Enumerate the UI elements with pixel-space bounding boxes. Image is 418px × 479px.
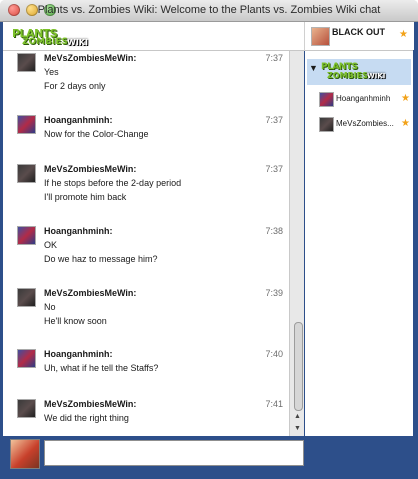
current-user-panel[interactable]: BLACK OUT ★ <box>304 22 414 50</box>
message-time: 7:37 <box>265 115 283 125</box>
message-username[interactable]: Hoanganhminh: <box>44 349 113 359</box>
user-avatar[interactable] <box>17 399 36 418</box>
message-username[interactable]: Hoanganhminh: <box>44 226 113 236</box>
chat-message: MeVsZombiesMeWin: 7:39 No He'll know soo… <box>17 288 285 328</box>
star-icon: ★ <box>401 93 410 104</box>
message-input-area <box>3 436 413 476</box>
user-avatar[interactable] <box>17 115 36 134</box>
chat-message: Hoanganhminh: 7:40 Uh, what if he tell t… <box>17 349 285 377</box>
current-user-avatar <box>311 27 330 46</box>
message-text: I'll promote him back <box>44 192 127 202</box>
chat-message: Hoanganhminh: 7:37 Now for the Color-Cha… <box>17 115 285 143</box>
message-text: Uh, what if he tell the Staffs? <box>44 363 159 373</box>
logo-text-zombies: ZOMBIES <box>22 37 68 47</box>
chat-message: Hoanganhminh: 7:38 OK Do we haz to messa… <box>17 226 285 266</box>
chat-header: PLANTS ZOMBIES WIKI BLACK OUT ★ <box>3 22 414 51</box>
chat-messages: MeVsZombiesMeWin: 7:37 Yes For 2 days on… <box>3 51 289 436</box>
message-username[interactable]: MeVsZombiesMeWin: <box>44 288 136 298</box>
chat-message: MeVsZombiesMeWin: 7:37 If he stops befor… <box>17 164 285 204</box>
star-icon: ★ <box>401 118 410 129</box>
message-text: OK <box>44 240 58 250</box>
user-list-header[interactable]: ▼ PLANTS ZOMBIES WIKI <box>307 59 411 85</box>
user-avatar <box>319 117 334 132</box>
user-list-item[interactable]: Hoanganhminh ★ <box>319 92 413 110</box>
message-username[interactable]: Hoanganhminh: <box>44 115 113 125</box>
user-list-name: Hoanganhminh <box>336 94 391 103</box>
message-username[interactable]: MeVsZombiesMeWin: <box>44 164 136 174</box>
message-username[interactable]: MeVsZombiesMeWin: <box>44 53 136 63</box>
user-avatar[interactable] <box>17 53 36 72</box>
chat-message: MeVsZombiesMeWin: 7:41 We did the right … <box>17 399 285 427</box>
window-title: Plants vs. Zombies Wiki: Welcome to the … <box>37 4 381 16</box>
message-text: No <box>44 302 56 312</box>
message-time: 7:38 <box>265 226 283 236</box>
user-avatar[interactable] <box>17 349 36 368</box>
message-text: Now for the Color-Change <box>44 129 149 139</box>
user-list-name: MeVsZombies... <box>336 119 394 128</box>
message-text: We did the right thing <box>44 413 129 423</box>
current-user-name: BLACK OUT <box>332 27 385 37</box>
user-avatar[interactable] <box>17 288 36 307</box>
chat-message: MeVsZombiesMeWin: 7:37 Yes For 2 days on… <box>17 53 285 93</box>
user-avatar[interactable] <box>17 226 36 245</box>
message-input[interactable] <box>44 440 304 466</box>
user-avatar[interactable] <box>17 164 36 183</box>
message-text: If he stops before the 2-day period <box>44 178 182 188</box>
message-time: 7:41 <box>265 399 283 409</box>
message-time: 7:40 <box>265 349 283 359</box>
title-bar: Plants vs. Zombies Wiki: Welcome to the … <box>0 0 418 22</box>
wiki-logo[interactable]: PLANTS ZOMBIES WIKI <box>12 27 97 47</box>
message-username[interactable]: MeVsZombiesMeWin: <box>44 399 136 409</box>
message-text: Do we haz to message him? <box>44 254 158 264</box>
message-time: 7:37 <box>265 164 283 174</box>
user-list: ▼ PLANTS ZOMBIES WIKI Hoanganhminh ★ MeV… <box>305 51 413 436</box>
message-text: He'll know soon <box>44 316 107 326</box>
message-text: Yes <box>44 67 59 77</box>
user-list-item[interactable]: MeVsZombies... ★ <box>319 117 413 135</box>
user-avatar <box>319 92 334 107</box>
star-icon: ★ <box>399 29 408 40</box>
logo-text-zombies: ZOMBIES <box>327 71 368 80</box>
my-avatar <box>10 439 40 469</box>
logo-text-wiki: WIKI <box>67 38 88 47</box>
message-text: For 2 days only <box>44 81 106 91</box>
scroll-up-arrow-icon[interactable]: ▲ <box>292 412 303 422</box>
message-time: 7:37 <box>265 53 283 63</box>
scroll-down-arrow-icon[interactable]: ▼ <box>292 424 303 434</box>
scrollbar-thumb[interactable] <box>294 322 303 411</box>
logo-text-wiki: WIKI <box>367 72 386 80</box>
chevron-down-icon[interactable]: ▼ <box>309 63 318 73</box>
chat-scrollbar[interactable]: ▲ ▼ <box>289 51 304 436</box>
chat-window: Plants vs. Zombies Wiki: Welcome to the … <box>0 0 418 479</box>
message-time: 7:39 <box>265 288 283 298</box>
